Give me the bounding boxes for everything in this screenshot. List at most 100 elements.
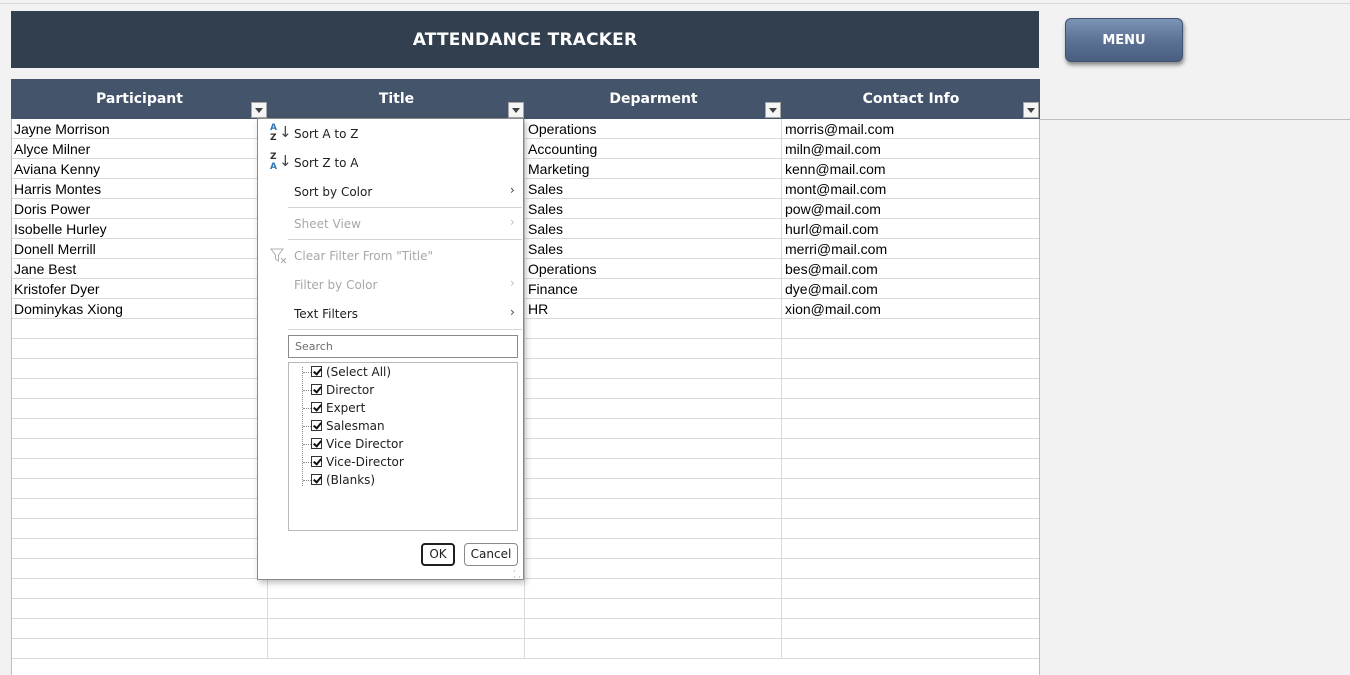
resize-grip-icon[interactable]: · · · xyxy=(513,568,521,582)
table-cell[interactable] xyxy=(782,419,1040,439)
filter-list-item[interactable]: Vice Director xyxy=(289,436,517,453)
table-cell[interactable] xyxy=(11,459,268,479)
table-cell[interactable] xyxy=(782,459,1040,479)
table-cell[interactable]: Jane Best xyxy=(11,259,268,279)
filter-dropdown-button[interactable] xyxy=(251,102,267,118)
table-cell[interactable]: Donell Merrill xyxy=(11,239,268,259)
filter-list-item[interactable]: Salesman xyxy=(289,418,517,435)
table-cell[interactable]: Harris Montes xyxy=(11,179,268,199)
sort-by-color[interactable]: Sort by Color xyxy=(294,183,372,201)
table-cell[interactable] xyxy=(782,559,1040,579)
table-cell[interactable] xyxy=(268,639,525,659)
table-cell[interactable]: miln@mail.com xyxy=(782,139,1040,159)
sort-z-to-a[interactable]: Sort Z to A xyxy=(294,154,359,172)
checkbox-checked-icon[interactable] xyxy=(311,456,322,467)
table-cell[interactable] xyxy=(268,619,525,639)
table-cell[interactable] xyxy=(782,519,1040,539)
table-cell[interactable] xyxy=(11,499,268,519)
table-cell[interactable] xyxy=(11,539,268,559)
table-cell[interactable]: Accounting xyxy=(525,139,782,159)
filter-dropdown-button[interactable] xyxy=(1023,102,1039,118)
table-cell[interactable]: mont@mail.com xyxy=(782,179,1040,199)
table-cell[interactable] xyxy=(11,599,268,619)
table-cell[interactable] xyxy=(11,579,268,599)
table-cell[interactable] xyxy=(525,319,782,339)
filter-dropdown-button[interactable] xyxy=(765,102,781,118)
table-cell[interactable] xyxy=(525,379,782,399)
checkbox-checked-icon[interactable] xyxy=(311,366,322,377)
table-cell[interactable] xyxy=(525,499,782,519)
cancel-button[interactable]: Cancel xyxy=(464,543,518,566)
checkbox-checked-icon[interactable] xyxy=(311,402,322,413)
table-cell[interactable] xyxy=(11,619,268,639)
table-cell[interactable]: Sales xyxy=(525,199,782,219)
table-cell[interactable] xyxy=(782,599,1040,619)
table-cell[interactable]: hurl@mail.com xyxy=(782,219,1040,239)
table-cell[interactable]: morris@mail.com xyxy=(782,119,1040,139)
table-cell[interactable] xyxy=(268,599,525,619)
table-cell[interactable]: Doris Power xyxy=(11,199,268,219)
filter-list-item[interactable]: (Select All) xyxy=(289,364,517,381)
filter-list-item[interactable]: Expert xyxy=(289,400,517,417)
filter-list-item[interactable]: (Blanks) xyxy=(289,472,517,489)
table-cell[interactable]: xion@mail.com xyxy=(782,299,1040,319)
table-cell[interactable]: bes@mail.com xyxy=(782,259,1040,279)
table-cell[interactable] xyxy=(268,579,525,599)
table-cell[interactable] xyxy=(782,499,1040,519)
sort-a-to-z[interactable]: Sort A to Z xyxy=(294,125,359,143)
table-cell[interactable] xyxy=(525,419,782,439)
table-cell[interactable] xyxy=(11,479,268,499)
table-cell[interactable] xyxy=(782,639,1040,659)
table-cell[interactable] xyxy=(11,559,268,579)
ok-button[interactable]: OK xyxy=(421,543,455,566)
table-cell[interactable]: dye@mail.com xyxy=(782,279,1040,299)
table-cell[interactable] xyxy=(11,379,268,399)
table-cell[interactable] xyxy=(782,359,1040,379)
table-cell[interactable]: Jayne Morrison xyxy=(11,119,268,139)
table-cell[interactable]: Sales xyxy=(525,179,782,199)
checkbox-checked-icon[interactable] xyxy=(311,420,322,431)
table-cell[interactable] xyxy=(11,399,268,419)
table-cell[interactable] xyxy=(11,519,268,539)
table-cell[interactable]: HR xyxy=(525,299,782,319)
table-cell[interactable] xyxy=(11,419,268,439)
table-cell[interactable] xyxy=(782,579,1040,599)
table-cell[interactable]: Dominykas Xiong xyxy=(11,299,268,319)
table-cell[interactable] xyxy=(525,339,782,359)
table-cell[interactable] xyxy=(11,339,268,359)
table-cell[interactable] xyxy=(11,639,268,659)
table-cell[interactable] xyxy=(525,639,782,659)
table-cell[interactable]: Finance xyxy=(525,279,782,299)
filter-value-list[interactable]: (Select All) Director Expert Salesman Vice D… xyxy=(288,362,518,531)
table-cell[interactable]: pow@mail.com xyxy=(782,199,1040,219)
table-cell[interactable] xyxy=(525,479,782,499)
table-cell[interactable] xyxy=(782,399,1040,419)
table-cell[interactable] xyxy=(525,559,782,579)
table-cell[interactable] xyxy=(782,479,1040,499)
table-cell[interactable] xyxy=(782,539,1040,559)
filter-list-item[interactable]: Director xyxy=(289,382,517,399)
checkbox-checked-icon[interactable] xyxy=(311,474,322,485)
checkbox-checked-icon[interactable] xyxy=(311,384,322,395)
table-cell[interactable] xyxy=(782,439,1040,459)
table-cell[interactable] xyxy=(525,399,782,419)
menu-button[interactable]: MENU xyxy=(1065,18,1183,62)
table-cell[interactable] xyxy=(525,599,782,619)
table-cell[interactable] xyxy=(525,539,782,559)
filter-dropdown-button[interactable] xyxy=(508,102,524,118)
table-cell[interactable]: kenn@mail.com xyxy=(782,159,1040,179)
table-cell[interactable] xyxy=(11,439,268,459)
table-cell[interactable]: Operations xyxy=(525,119,782,139)
table-cell[interactable]: Sales xyxy=(525,219,782,239)
table-cell[interactable] xyxy=(782,339,1040,359)
table-cell[interactable] xyxy=(525,459,782,479)
table-cell[interactable] xyxy=(525,359,782,379)
table-cell[interactable] xyxy=(782,619,1040,639)
table-cell[interactable] xyxy=(525,439,782,459)
table-cell[interactable] xyxy=(782,379,1040,399)
table-cell[interactable]: Sales xyxy=(525,239,782,259)
table-cell[interactable] xyxy=(525,619,782,639)
table-cell[interactable] xyxy=(11,319,268,339)
table-cell[interactable]: Aviana Kenny xyxy=(11,159,268,179)
table-cell[interactable] xyxy=(11,359,268,379)
